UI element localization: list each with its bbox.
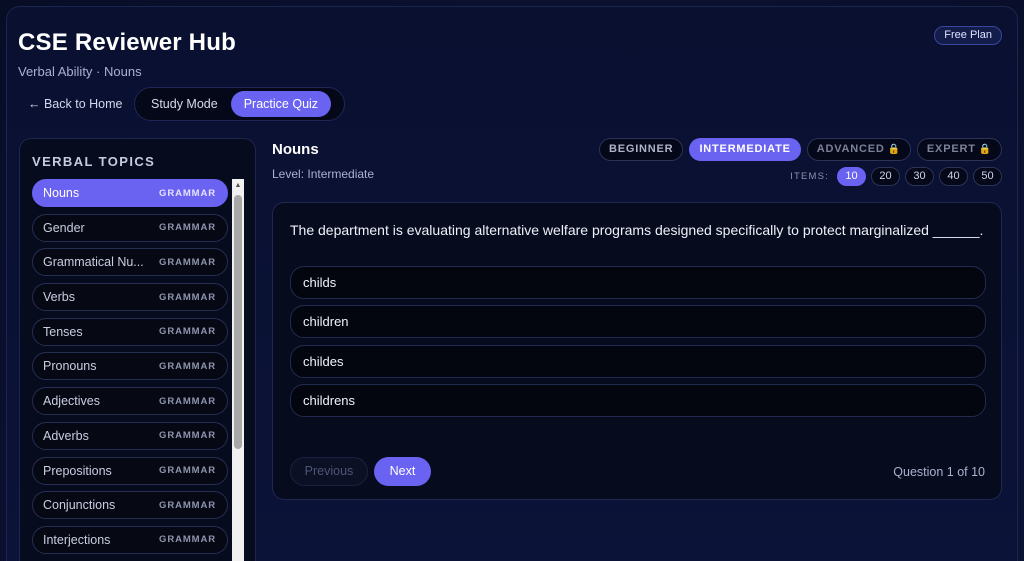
level-indicator: Level: Intermediate [272,167,375,181]
topic-tag: GRAMMAR [159,291,216,303]
topic-label: Verbs [43,290,75,305]
items-10-button[interactable]: 10 [837,167,866,186]
topic-tag: GRAMMAR [159,430,216,442]
back-to-home-link[interactable]: ← Back to Home [28,97,122,111]
sidebar-item-adverbs[interactable]: Adverbs GRAMMAR [32,421,228,450]
topic-label: Tenses [43,324,83,339]
next-button[interactable]: Next [374,457,431,486]
topic-tag: GRAMMAR [159,222,216,234]
answer-option[interactable]: childs [290,266,986,299]
level-beginner-button[interactable]: BEGINNER [598,138,684,161]
level-intermediate-button[interactable]: INTERMEDIATE [689,138,801,161]
study-mode-button[interactable]: Study Mode [138,91,231,117]
scroll-up-icon[interactable]: ▲ [232,179,244,191]
sidebar-item-prepositions[interactable]: Prepositions GRAMMAR [32,456,228,485]
level-selector: BEGINNER INTERMEDIATE ADVANCED 🔒 EXPERT 🔒 [598,138,1002,161]
topic-tag: GRAMMAR [159,256,216,268]
topic-label: Adjectives [43,394,100,409]
answer-options: childs children childes childrens [290,266,986,423]
topic-tag: GRAMMAR [159,187,216,199]
mode-toggle: Study Mode Practice Quiz [134,87,345,121]
previous-button[interactable]: Previous [290,457,368,486]
sidebar-scrollbar[interactable]: ▲ [232,179,244,561]
topic-label: Gender [43,220,85,235]
sidebar-item-grammatical-number[interactable]: Grammatical Nu... GRAMMAR [32,248,228,277]
sidebar-title: VERBAL TOPICS [32,154,156,169]
items-label: ITEMS: [790,171,829,182]
practice-quiz-button[interactable]: Practice Quiz [230,91,332,117]
lock-icon: 🔒 [887,144,901,155]
sidebar-item-verbs[interactable]: Verbs GRAMMAR [32,283,228,312]
items-50-button[interactable]: 50 [973,167,1002,186]
breadcrumb: Verbal Ability · Nouns [18,64,142,79]
level-advanced-button[interactable]: ADVANCED 🔒 [806,138,911,161]
topic-label: Nouns [43,186,80,200]
sidebar-item-conjunctions[interactable]: Conjunctions GRAMMAR [32,491,228,520]
sidebar-item-tenses[interactable]: Tenses GRAMMAR [32,317,228,346]
scrollbar-thumb[interactable] [234,195,242,449]
app-title: CSE Reviewer Hub [18,29,236,56]
topic-tag: GRAMMAR [159,395,216,407]
topic-tag: GRAMMAR [159,534,216,546]
answer-option[interactable]: childrens [290,383,986,417]
sidebar-item-adjectives[interactable]: Adjectives GRAMMAR [32,387,228,416]
lock-icon: 🔒 [978,144,992,155]
topic-label: Conjunctions [43,498,116,513]
items-20-button[interactable]: 20 [871,167,900,186]
sidebar-item-gender[interactable]: Gender GRAMMAR [32,213,228,242]
quiz-card: The department is evaluating alternative… [272,202,1002,500]
topic-title: Nouns [272,141,319,158]
sidebar-item-nouns[interactable]: Nouns GRAMMAR [32,179,228,207]
question-progress: Question 1 of 10 [893,465,985,479]
level-expert-button[interactable]: EXPERT 🔒 [916,138,1002,161]
topic-label: Pronouns [43,359,97,374]
topic-tag: GRAMMAR [159,465,216,476]
topic-tag: GRAMMAR [159,499,216,511]
items-30-button[interactable]: 30 [905,167,934,186]
answer-option[interactable]: childes [290,344,986,378]
topic-label: Interjections [43,532,111,547]
topic-label: Grammatical Nu... [43,255,144,270]
topic-tag: GRAMMAR [159,360,216,372]
answer-option[interactable]: children [290,305,986,339]
topic-label: Prepositions [43,463,112,478]
sidebar-item-interjections[interactable]: Interjections GRAMMAR [32,525,228,554]
topic-tag: GRAMMAR [159,326,216,338]
sidebar-item-pronouns[interactable]: Pronouns GRAMMAR [32,352,228,381]
topic-list: Nouns GRAMMAR Gender GRAMMAR Grammatical… [32,179,228,561]
plan-badge[interactable]: Free Plan [934,26,1002,45]
topics-sidebar: VERBAL TOPICS Nouns GRAMMAR Gender GRAMM… [19,138,256,561]
topic-label: Adverbs [43,428,89,443]
items-40-button[interactable]: 40 [939,167,968,186]
item-count-selector: ITEMS: 10 20 30 40 50 [790,167,1002,186]
question-text: The department is evaluating alternative… [290,222,984,238]
